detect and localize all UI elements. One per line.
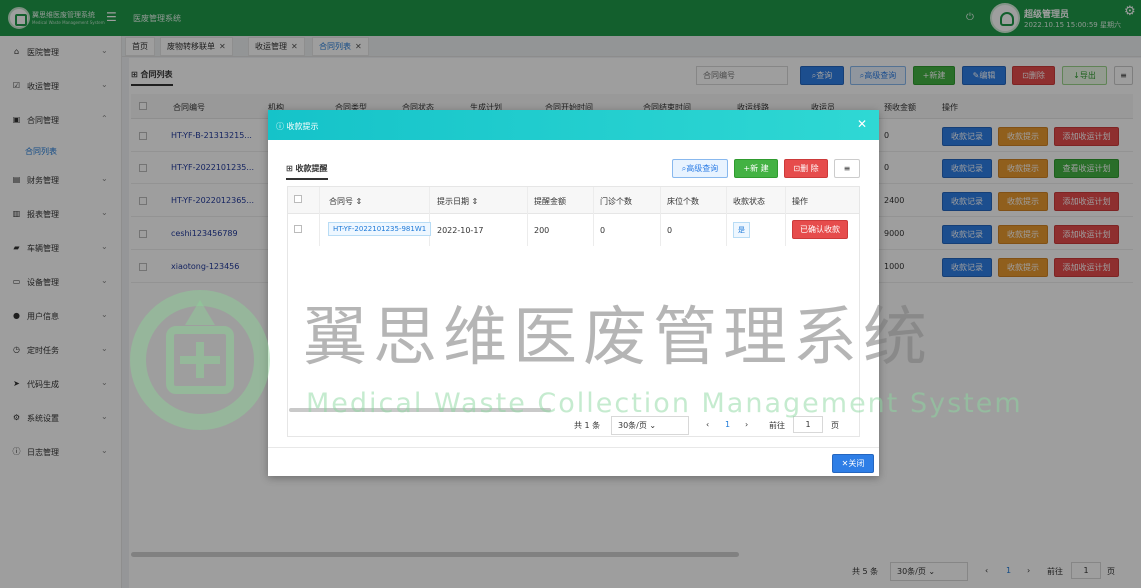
prev-page-icon[interactable]: ‹ <box>706 420 709 429</box>
column-reminder-date: 提示日期 ⇕ 2022-10-17 <box>430 187 528 246</box>
column-header: 收款状态 <box>733 197 765 206</box>
advanced-query-button[interactable]: ⌕高级查询 <box>672 159 728 178</box>
contract-code-tag[interactable]: HT-YF-2022101235-981W1 <box>328 222 432 236</box>
bed-count: 0 <box>667 226 673 235</box>
page-size-select[interactable]: 30条/页 ⌄ <box>611 416 689 435</box>
button-label: 高级查询 <box>686 164 719 173</box>
column-header: 提醒金额 <box>534 197 566 206</box>
dialog-footer-divider <box>268 447 879 448</box>
page-unit-label: 页 <box>831 421 839 430</box>
add-button[interactable]: +新 建 <box>734 159 778 178</box>
column-beds: 床位个数 0 <box>661 187 727 246</box>
horizontal-scrollbar[interactable] <box>289 408 551 412</box>
menu-icon[interactable]: ≡ <box>834 159 860 178</box>
sort-icon: ⇕ <box>469 197 479 206</box>
button-label: 删 除 <box>800 164 819 173</box>
close-button[interactable]: ✕关闭 <box>832 454 874 473</box>
column-status: 收款状态 是 <box>727 187 786 246</box>
column-header: 门诊个数 <box>600 197 632 206</box>
chevron-down-icon: ⌄ <box>646 421 657 430</box>
row-checkbox[interactable] <box>294 225 302 233</box>
close-icon[interactable]: ✕ <box>857 118 867 130</box>
goto-page-input[interactable]: 1 <box>793 416 823 433</box>
dialog-title: ⓘ 收款提示 <box>276 121 319 132</box>
column-header: 操作 <box>792 197 808 206</box>
pager-total: 共 1 条 <box>574 421 601 430</box>
column-header-text: 提示日期 <box>437 197 469 206</box>
column-header: 床位个数 <box>667 197 699 206</box>
button-label: 关闭 <box>848 459 865 468</box>
confirm-payment-button[interactable]: 已确认收款 <box>792 220 848 239</box>
column-header[interactable]: 提示日期 ⇕ <box>437 196 478 207</box>
dialog-subtitle-text: 收款提醒 <box>295 164 328 173</box>
clinic-count: 0 <box>600 226 606 235</box>
dialog-header: ⓘ 收款提示 ✕ <box>268 110 879 140</box>
column-clinics: 门诊个数 0 <box>594 187 661 246</box>
page-size-value: 30条/页 <box>618 421 647 430</box>
info-icon: ⓘ <box>276 122 287 131</box>
column-contract-no: 合同号 ⇕ HT-YF-2022101235-981W1 <box>320 187 432 246</box>
column-header-text: 合同号 <box>329 197 353 206</box>
reminder-amount: 200 <box>534 226 550 235</box>
sort-icon: ⇕ <box>353 197 363 206</box>
current-page[interactable]: 1 <box>725 420 730 429</box>
column-actions: 操作 已确认收款 <box>786 187 859 246</box>
reminder-date: 2022-10-17 <box>437 226 484 235</box>
column-header[interactable]: 合同号 ⇕ <box>329 196 362 207</box>
grid-icon: ⊞ <box>286 164 296 173</box>
payment-reminder-dialog: ⓘ 收款提示 ✕ ⊞ 收款提醒 ⌕高级查询 +新 建 ⊡删 除 ≡ 合同号 ⇕ … <box>268 110 879 476</box>
dialog-title-text: 收款提示 <box>286 122 319 131</box>
delete-button[interactable]: ⊡删 除 <box>784 159 828 178</box>
reminder-table: 合同号 ⇕ HT-YF-2022101235-981W1 提示日期 ⇕ 2022… <box>287 186 860 437</box>
goto-label: 前往 <box>769 421 785 430</box>
next-page-icon[interactable]: › <box>745 420 748 429</box>
status-badge: 是 <box>733 222 750 238</box>
select-all-checkbox[interactable] <box>294 195 302 203</box>
button-label: 新 建 <box>750 164 769 173</box>
column-amount: 提醒金额 200 <box>528 187 594 246</box>
dialog-subtitle: ⊞ 收款提醒 <box>286 163 328 180</box>
checkbox-column <box>288 187 320 246</box>
